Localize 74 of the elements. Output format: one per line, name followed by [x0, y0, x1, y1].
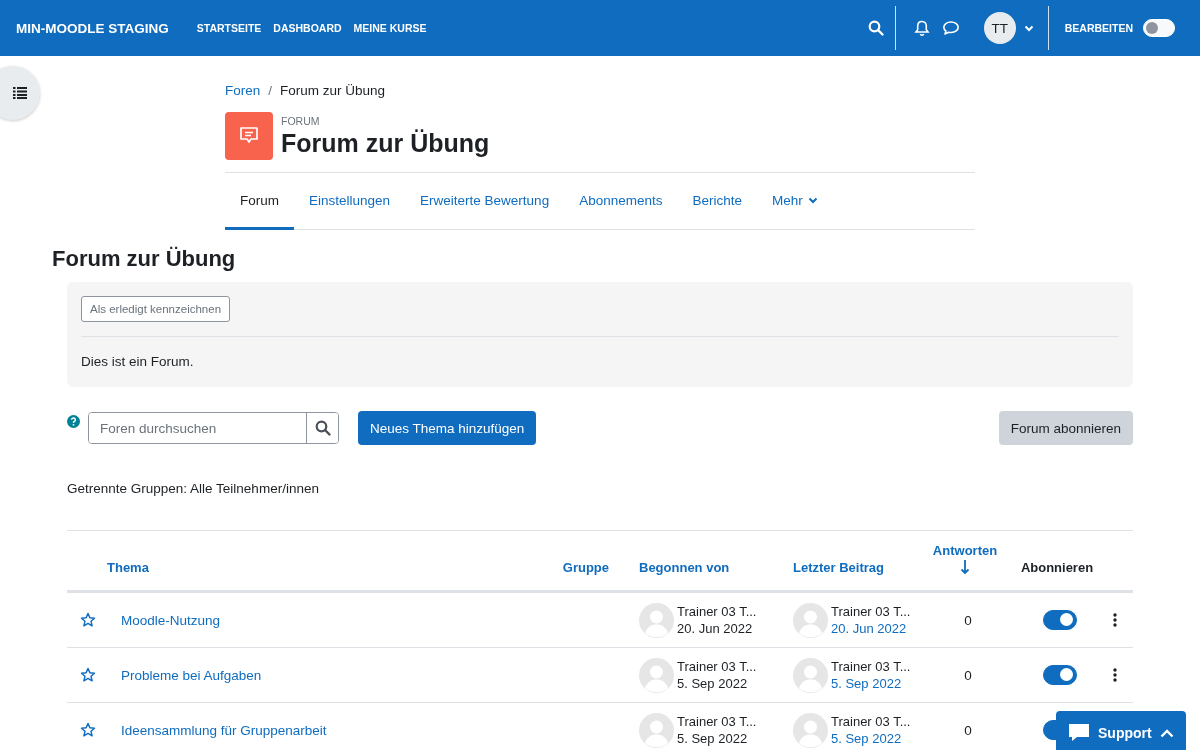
chat-bubble-icon — [1068, 723, 1090, 743]
chat-bubble-icon[interactable] — [941, 20, 960, 36]
nav-tab[interactable]: Abonnements — [564, 173, 678, 230]
author-name: Trainer 03 T... — [677, 713, 757, 730]
activity-title: Forum zur Übung — [281, 127, 490, 158]
last-post-date[interactable]: 20. Jun 2022 — [831, 620, 911, 637]
search-field[interactable]: Foren durchsuchen — [88, 412, 339, 444]
topic-link[interactable]: Probleme bei Aufgaben — [121, 667, 262, 683]
nav-link[interactable]: STARTSEITE — [190, 22, 268, 34]
help-icon[interactable] — [67, 415, 80, 428]
column-header[interactable]: Thema — [107, 560, 149, 575]
column-header[interactable]: Gruppe — [562, 560, 609, 575]
breadcrumb-link[interactable]: Foren — [225, 82, 261, 98]
sort-arrow-icon — [960, 559, 970, 575]
author-name: Trainer 03 T... — [831, 603, 911, 620]
author-name: Trainer 03 T... — [831, 713, 911, 730]
activity-type-label: FORUM — [281, 114, 321, 127]
reply-count: 0 — [964, 667, 972, 683]
nav-tab[interactable]: Forum — [225, 173, 294, 230]
avatar-icon — [639, 657, 674, 693]
subscribe-forum-button[interactable]: Forum abonnieren — [998, 411, 1133, 445]
star-icon[interactable] — [79, 722, 96, 738]
subscribe-toggle[interactable] — [1043, 610, 1077, 630]
avatar-icon — [639, 602, 674, 638]
site-name[interactable]: MIN-MOODLE STAGING — [16, 20, 169, 36]
forum-description: Dies ist ein Forum. — [81, 353, 195, 371]
last-post-date[interactable]: 5. Sep 2022 — [831, 730, 911, 747]
bell-icon[interactable] — [913, 19, 930, 37]
star-icon[interactable] — [79, 612, 96, 628]
caret-icon — [1023, 24, 1034, 32]
page-heading: Forum zur Übung — [52, 246, 237, 272]
topic-link[interactable]: Ideensammlung für Gruppenarbeit — [121, 722, 327, 738]
nav-tab[interactable]: Einstellungen — [294, 173, 406, 230]
topic-link[interactable]: Moodle-Nutzung — [121, 612, 221, 628]
nav-link[interactable]: DASHBOARD — [267, 22, 348, 34]
support-button[interactable]: Support — [1056, 711, 1186, 750]
nav-tab[interactable]: Berichte — [677, 173, 757, 230]
avatar-icon — [793, 712, 828, 748]
column-header[interactable]: Antworten — [932, 543, 998, 558]
edit-mode-label: BEARBEITEN — [1064, 22, 1133, 34]
search-icon[interactable] — [867, 20, 884, 36]
nav-tab[interactable]: Erweiterte Bewertung — [405, 173, 565, 230]
author-name: Trainer 03 T... — [677, 603, 757, 620]
subscribe-toggle[interactable] — [1043, 665, 1077, 685]
start-date: 5. Sep 2022 — [677, 675, 749, 692]
column-header: Abonnieren — [1020, 560, 1094, 575]
forum-icon — [225, 112, 273, 160]
reply-count: 0 — [964, 612, 972, 628]
last-post-date[interactable]: 5. Sep 2022 — [831, 675, 911, 692]
avatar-icon — [639, 712, 674, 748]
reply-count: 0 — [964, 722, 972, 738]
list-icon[interactable] — [13, 87, 27, 99]
search-icon[interactable] — [314, 420, 331, 436]
column-header[interactable]: Letzter Beitrag — [793, 560, 885, 575]
column-header[interactable]: Begonnen von — [639, 560, 730, 575]
add-topic-button[interactable]: Neues Thema hinzufügen — [358, 411, 537, 445]
avatar-icon — [793, 657, 828, 693]
breadcrumb-current: Forum zur Übung — [280, 82, 386, 98]
chevron-up-icon — [1159, 728, 1174, 738]
user-avatar[interactable]: TT — [983, 12, 1016, 44]
mark-done-button[interactable]: Als erledigt kennzeichnen — [81, 296, 231, 322]
group-mode-text: Getrennte Gruppen: Alle Teilnehmer/innen — [67, 481, 320, 496]
more-actions-icon[interactable] — [1113, 613, 1117, 627]
start-date: 20. Jun 2022 — [677, 620, 754, 637]
more-actions-icon[interactable] — [1113, 668, 1117, 682]
avatar-icon — [793, 602, 828, 638]
nav-tab[interactable]: Mehr — [757, 173, 833, 230]
breadcrumb-separator: / — [268, 82, 273, 98]
author-name: Trainer 03 T... — [677, 658, 757, 675]
start-date: 5. Sep 2022 — [677, 730, 749, 747]
nav-link[interactable]: MEINE KURSE — [347, 22, 433, 34]
edit-mode-toggle[interactable] — [1143, 19, 1175, 37]
author-name: Trainer 03 T... — [831, 658, 911, 675]
star-icon[interactable] — [79, 667, 96, 683]
